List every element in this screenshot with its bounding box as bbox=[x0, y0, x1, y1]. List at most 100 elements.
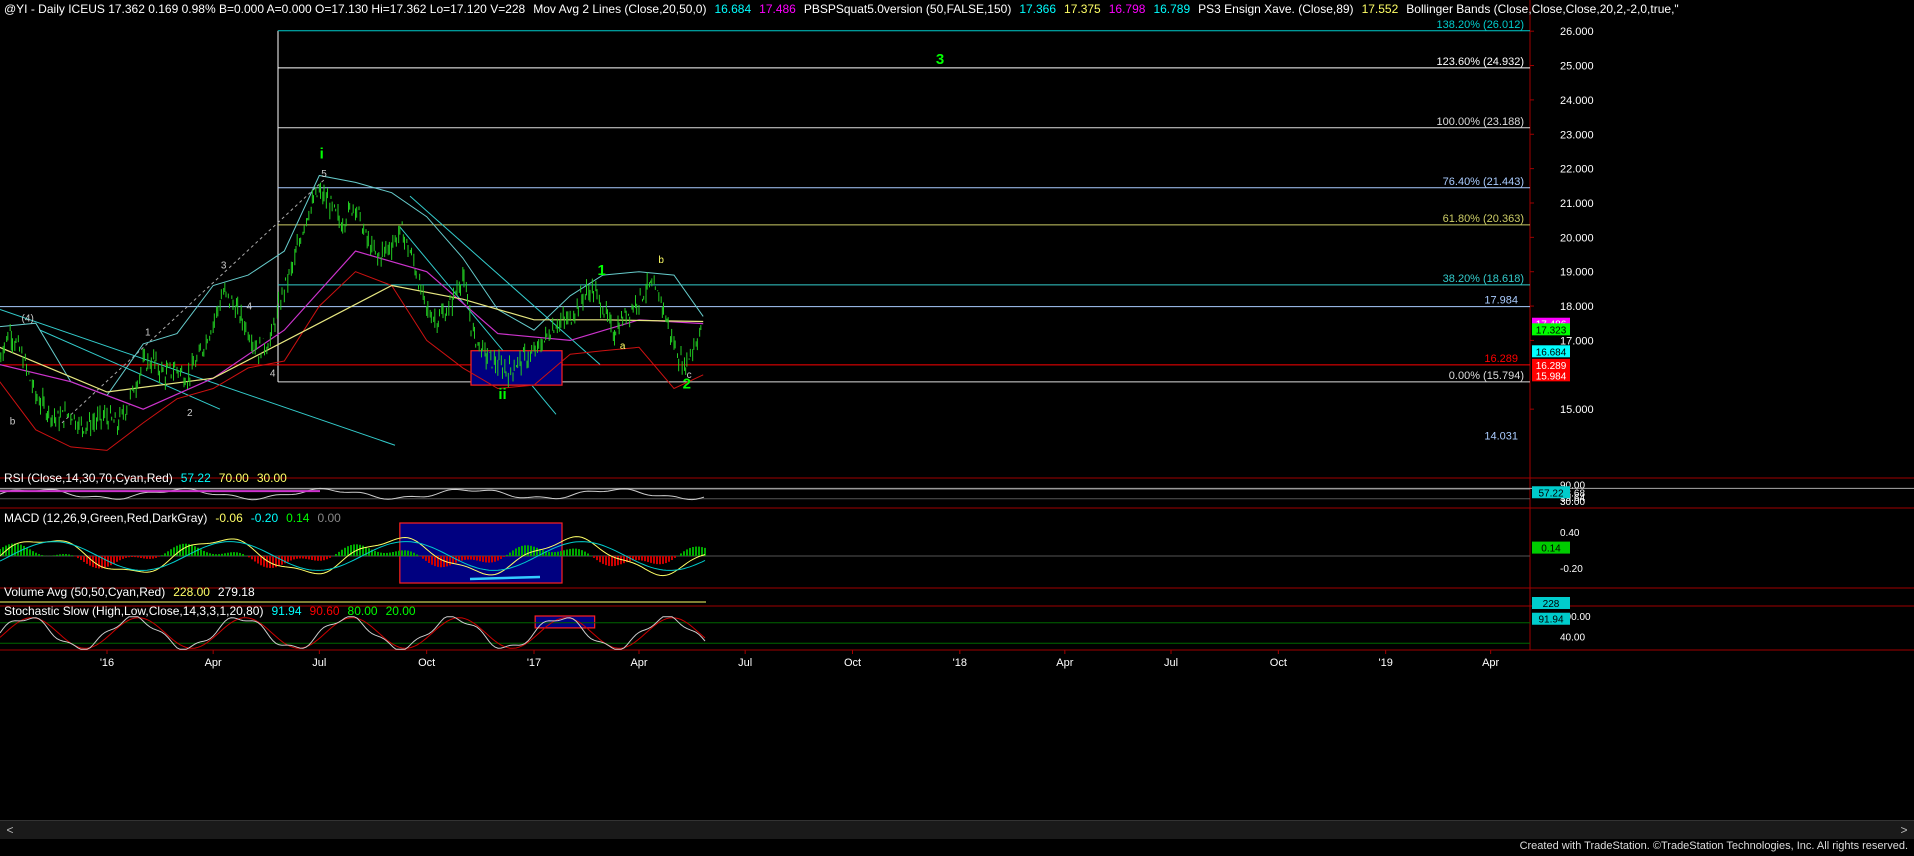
macd-axis-label: 0.40 bbox=[1560, 528, 1580, 539]
price-axis-label: 22.000 bbox=[1560, 164, 1594, 176]
wave-label-c: c bbox=[687, 370, 692, 381]
stoch-fast-line bbox=[0, 616, 706, 650]
header-main-item-5: 17.366 bbox=[1019, 2, 1056, 16]
horizontal-level-label: 14.031 bbox=[1484, 430, 1518, 442]
horizontal-level-label: 17.984 bbox=[1484, 295, 1518, 307]
price-chart[interactable]: @YI - Daily ICEUS 17.362 0.169 0.98% B=0… bbox=[0, 0, 1914, 820]
price-axis-label: 21.000 bbox=[1560, 198, 1594, 210]
time-axis-label: '18 bbox=[953, 657, 967, 669]
fib-level-label: 100.00% (23.188) bbox=[1437, 116, 1524, 128]
price-axis-label: 24.000 bbox=[1560, 95, 1594, 107]
header-macd-item-2: -0.20 bbox=[251, 511, 279, 525]
stoch-axis-label: 40.00 bbox=[1560, 632, 1585, 643]
trend-line bbox=[409, 195, 601, 365]
header-main-item-0: @YI - Daily ICEUS 17.362 0.169 0.98% B=0… bbox=[4, 2, 526, 16]
header-stoch-item-2: 90.60 bbox=[310, 604, 340, 618]
header-main-item-6: 17.375 bbox=[1064, 2, 1101, 16]
header-macd-item-3: 0.14 bbox=[286, 511, 310, 525]
macd-axis-label: -0.20 bbox=[1560, 564, 1583, 575]
rsi-line bbox=[0, 487, 705, 501]
header-main-item-10: 17.552 bbox=[1362, 2, 1399, 16]
wave-label-(4): (4) bbox=[22, 314, 34, 325]
header-macd-item-1: -0.06 bbox=[215, 511, 243, 525]
wave-label-b: b bbox=[10, 417, 16, 428]
time-axis-label: Apr bbox=[1482, 657, 1499, 669]
header-main-item-1: Mov Avg 2 Lines (Close,20,50,0) bbox=[533, 2, 706, 16]
fib-level-label: 0.00% (15.794) bbox=[1449, 370, 1524, 382]
time-axis-label: Jul bbox=[312, 657, 326, 669]
volume-current-label: 228 bbox=[1543, 599, 1560, 610]
price-marker-label: 15.984 bbox=[1536, 371, 1567, 382]
wave-label-4: 4 bbox=[247, 302, 253, 313]
rsi-axis-label: 30.00 bbox=[1560, 497, 1585, 508]
header-rsi-item-3: 30.00 bbox=[257, 471, 287, 485]
price-axis-label: 23.000 bbox=[1560, 129, 1594, 141]
copyright-footer: Created with TradeStation. ©TradeStation… bbox=[1519, 840, 1908, 852]
fib-level-label: 138.20% (26.012) bbox=[1437, 19, 1524, 31]
stoch-slow-line bbox=[0, 617, 706, 649]
header-rsi-item-2: 70.00 bbox=[219, 471, 249, 485]
wave-label-1: 1 bbox=[597, 262, 605, 279]
fib-level-label: 61.80% (20.363) bbox=[1443, 213, 1524, 225]
wave-label-3: 3 bbox=[936, 51, 944, 68]
wave-label-1: 1 bbox=[145, 327, 151, 338]
header-macd-item-4: 0.00 bbox=[317, 511, 341, 525]
price-axis-label: 19.000 bbox=[1560, 267, 1594, 279]
horizontal-level-label: 16.289 bbox=[1484, 353, 1518, 365]
price-marker-label: 16.684 bbox=[1536, 347, 1567, 358]
price-marker-label: 17.323 bbox=[1536, 325, 1567, 336]
wave-label-3: 3 bbox=[221, 260, 227, 271]
fib-level-label: 38.20% (18.618) bbox=[1443, 273, 1524, 285]
time-axis-label: Apr bbox=[630, 657, 647, 669]
header-main-item-7: 16.798 bbox=[1109, 2, 1146, 16]
bollinger-lower-line bbox=[0, 271, 704, 451]
header-main-item-9: PS3 Ensign Xave. (Close,89) bbox=[1198, 2, 1353, 16]
header-macd-item-0: MACD (12,26,9,Green,Red,DarkGray) bbox=[4, 511, 207, 525]
header-main-item-3: 17.486 bbox=[759, 2, 796, 16]
price-axis-label: 26.000 bbox=[1560, 26, 1594, 38]
time-axis-label: Oct bbox=[844, 657, 861, 669]
fib-level-label: 76.40% (21.443) bbox=[1443, 176, 1524, 188]
header-rsi-item-0: RSI (Close,14,30,70,Cyan,Red) bbox=[4, 471, 173, 485]
header-stoch-item-1: 91.94 bbox=[271, 604, 301, 618]
wave-label-ii: ii bbox=[498, 386, 506, 403]
ensign-89-line bbox=[0, 284, 704, 393]
header-volume-item-0: Volume Avg (50,50,Cyan,Red) bbox=[4, 585, 165, 599]
trend-line bbox=[399, 226, 557, 415]
time-axis-label: Jul bbox=[1164, 657, 1178, 669]
wave-label-b: b bbox=[658, 255, 664, 266]
price-axis-label: 15.000 bbox=[1560, 404, 1594, 416]
horizontal-scrollbar[interactable]: < > bbox=[0, 820, 1914, 839]
time-axis-label: Apr bbox=[205, 657, 222, 669]
rsi-current-label: 57.22 bbox=[1538, 488, 1563, 499]
header-volume-item-1: 228.00 bbox=[173, 585, 210, 599]
fib-level-label: 123.60% (24.932) bbox=[1437, 56, 1524, 68]
header-main-item-11: Bollinger Bands (Close,Close,Close,20,2,… bbox=[1406, 2, 1678, 16]
header-stoch-item-0: Stochastic Slow (High,Low,Close,14,3,3,1… bbox=[4, 604, 263, 618]
price-axis-label: 18.000 bbox=[1560, 301, 1594, 313]
stoch-current-label: 91.94 bbox=[1538, 615, 1563, 626]
scroll-right-button[interactable]: > bbox=[1896, 821, 1912, 839]
time-axis-label: Oct bbox=[1270, 657, 1287, 669]
time-axis-label: Jul bbox=[738, 657, 752, 669]
chart-window: @YI - Daily ICEUS 17.362 0.169 0.98% B=0… bbox=[0, 0, 1914, 856]
header-main-item-8: 16.789 bbox=[1153, 2, 1190, 16]
time-axis-label: '19 bbox=[1378, 657, 1392, 669]
header-volume-item-2: 279.18 bbox=[218, 585, 255, 599]
time-axis-label: Apr bbox=[1056, 657, 1073, 669]
wave-label-2: 2 bbox=[187, 408, 193, 419]
scroll-left-button[interactable]: < bbox=[2, 821, 18, 839]
time-axis-label: '17 bbox=[527, 657, 541, 669]
price-bars bbox=[0, 182, 702, 438]
price-axis-label: 20.000 bbox=[1560, 232, 1594, 244]
header-stoch-item-3: 80.00 bbox=[348, 604, 378, 618]
macd-current-label: 0.14 bbox=[1541, 544, 1561, 555]
wave-label-a: a bbox=[620, 341, 626, 352]
time-axis-label: '16 bbox=[100, 657, 114, 669]
header-rsi-item-1: 57.22 bbox=[181, 471, 211, 485]
wave-label-5: 5 bbox=[321, 169, 327, 180]
header-stoch-item-4: 20.00 bbox=[386, 604, 416, 618]
header-main-item-4: PBSPSquat5.0version (50,FALSE,150) bbox=[804, 2, 1011, 16]
wave-label-i: i bbox=[320, 145, 324, 162]
time-axis-label: Oct bbox=[418, 657, 435, 669]
